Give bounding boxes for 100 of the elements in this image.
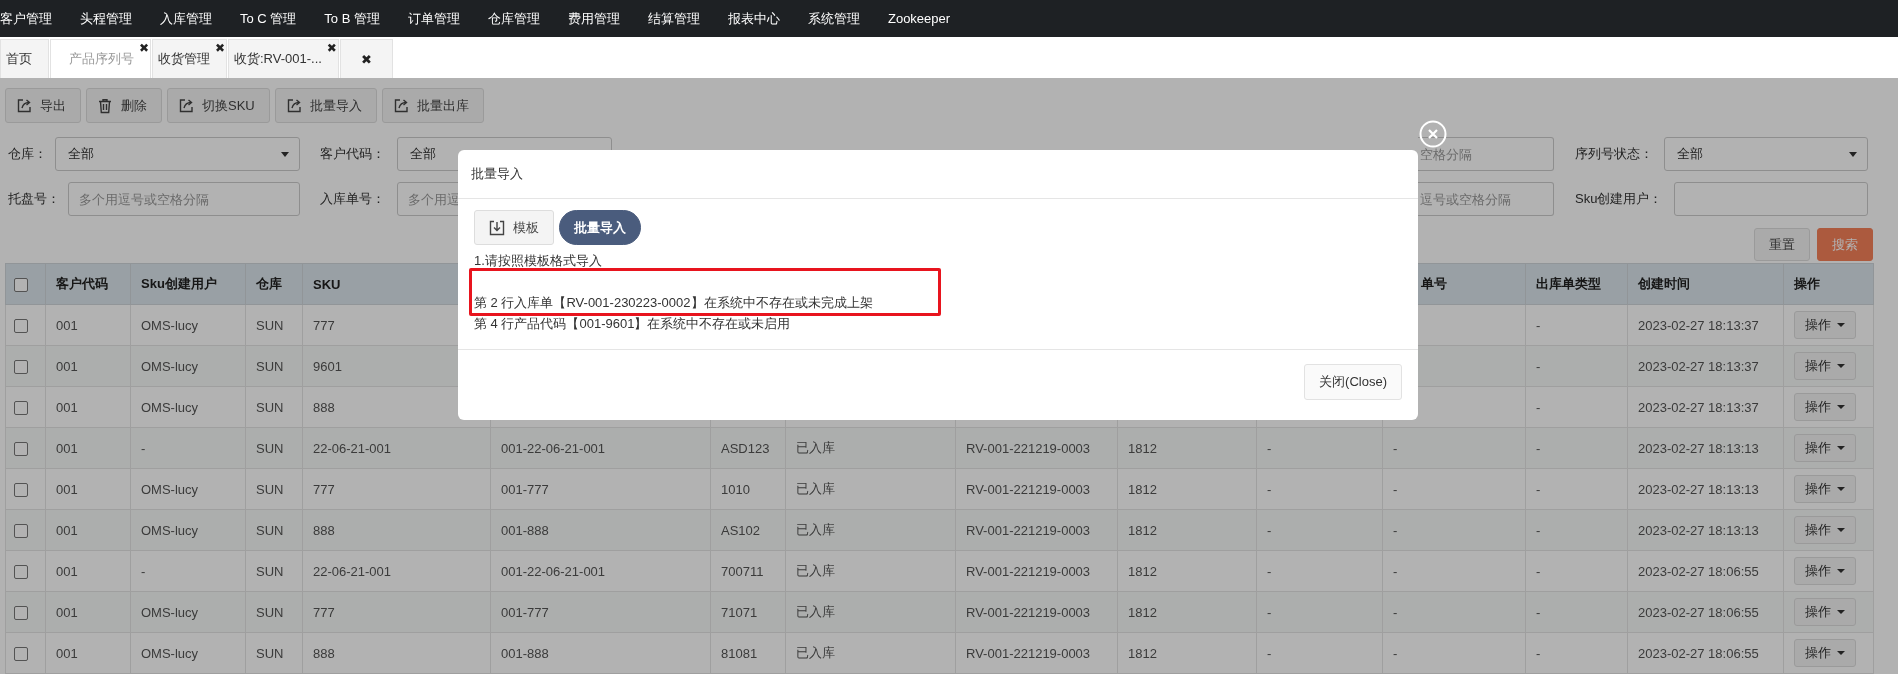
table-cell: RV-001-221219-0003 (966, 645, 1091, 661)
table-cell: OMS-lucy (141, 604, 199, 620)
table-cell: 001 (56, 563, 78, 579)
table-cell: 001-22-06-21-001 (501, 440, 606, 456)
table-cell: OMS-lucy (141, 522, 199, 538)
table-cell: 001-888 (501, 522, 549, 538)
table-cell: 22-06-21-001 (313, 563, 392, 579)
table-cell: - (1536, 522, 1541, 538)
table-cell: 001 (56, 481, 78, 497)
table-cell: - (1267, 645, 1272, 661)
table-cell: - (1536, 481, 1541, 497)
table-cell: 001 (56, 358, 78, 374)
column-header: SKU (313, 276, 341, 292)
table-cell: 已入库 (796, 481, 835, 496)
column-header: 出库单类型 (1536, 276, 1601, 291)
table-cell: RV-001-221219-0003 (966, 440, 1091, 456)
table-cell: 001-777 (501, 604, 549, 620)
table-cell: - (1393, 481, 1398, 497)
table-cell: OMS-lucy (141, 358, 199, 374)
table-cell: 22-06-21-001 (313, 440, 392, 456)
table-cell: - (1393, 563, 1398, 579)
column-header: 仓库 (256, 276, 282, 291)
table-cell: 已入库 (796, 522, 835, 537)
table-cell: SUN (256, 358, 284, 374)
field-label: 序列号状态： (1575, 145, 1654, 163)
error-message: 第 4 行产品代码【001-9601】在系统中不存在或未启用 (474, 316, 791, 331)
table-cell: SUN (256, 317, 284, 333)
table-cell: 已入库 (796, 440, 835, 455)
table-cell: 888 (313, 645, 335, 661)
table-cell: 9601 (313, 358, 342, 374)
table-cell: OMS-lucy (141, 317, 199, 333)
table-cell: - (141, 563, 146, 579)
table-cell: ASD123 (721, 440, 770, 456)
table-cell: 777 (313, 604, 335, 620)
table-cell: 001 (56, 399, 78, 415)
table-cell: - (1536, 358, 1541, 374)
table-cell: - (1536, 604, 1541, 620)
table-cell: 001 (56, 440, 78, 456)
table-cell: 2023-02-27 18:06:55 (1638, 645, 1759, 661)
table-cell: 888 (313, 522, 335, 538)
table-cell: 001 (56, 317, 78, 333)
column-header: 单号 (1421, 276, 1447, 291)
table-cell: SUN (256, 399, 284, 415)
table-cell: - (1267, 522, 1272, 538)
table-cell: 已入库 (796, 645, 835, 660)
table-cell: 71071 (721, 604, 758, 620)
table-cell: 001-22-06-21-001 (501, 563, 606, 579)
table-cell: RV-001-221219-0003 (966, 604, 1091, 620)
column-header: Sku创建用户 (141, 276, 217, 291)
table-cell: SUN (256, 522, 284, 538)
table-cell: - (1536, 645, 1541, 661)
table-cell: RV-001-221219-0003 (966, 563, 1091, 579)
table-cell: 1812 (1128, 604, 1157, 620)
table-cell: 2023-02-27 18:13:37 (1638, 399, 1759, 415)
table-cell: 1812 (1128, 440, 1157, 456)
table-cell: - (1393, 645, 1398, 661)
table-cell: SUN (256, 440, 284, 456)
table-cell: - (1267, 481, 1272, 497)
table-cell: 001-777 (501, 481, 549, 497)
table-cell: 2023-02-27 18:13:37 (1638, 317, 1759, 333)
table-cell: 2023-02-27 18:06:55 (1638, 604, 1759, 620)
table-cell: 2023-02-27 18:06:55 (1638, 563, 1759, 579)
table-cell: SUN (256, 563, 284, 579)
table-cell: - (1393, 604, 1398, 620)
table-cell: 1010 (721, 481, 750, 497)
table-cell: 777 (313, 481, 335, 497)
table-cell: 700711 (721, 563, 764, 579)
table-cell: 888 (313, 399, 335, 415)
table-cell: SUN (256, 604, 284, 620)
field-label: 入库单号： (320, 190, 386, 208)
table-cell: OMS-lucy (141, 399, 199, 415)
table-cell: 1812 (1128, 563, 1157, 579)
table-cell: SUN (256, 645, 284, 661)
table-cell: OMS-lucy (141, 481, 199, 497)
field-label: 托盘号： (8, 190, 61, 208)
table-cell: 777 (313, 317, 335, 333)
table-cell: RV-001-221219-0003 (966, 481, 1091, 497)
column-header: 客户代码 (56, 276, 108, 291)
table-cell: - (1536, 563, 1541, 579)
column-header: 操作 (1794, 276, 1820, 291)
table-cell: - (1267, 563, 1272, 579)
hint-text: 1.请按照模板格式导入 (474, 253, 602, 268)
table-cell: 001 (56, 522, 78, 538)
table-cell: 001 (56, 604, 78, 620)
table-cell: - (1393, 440, 1398, 456)
field-label: 仓库： (8, 145, 48, 163)
field-label: 客户代码： (320, 145, 386, 163)
table-cell: 2023-02-27 18:13:13 (1638, 522, 1759, 538)
column-header: 创建时间 (1638, 276, 1690, 291)
table-cell: RV-001-221219-0003 (966, 522, 1091, 538)
table-cell: 2023-02-27 18:13:37 (1638, 358, 1759, 374)
table-cell: 已入库 (796, 604, 835, 619)
table-cell: 已入库 (796, 563, 835, 578)
table-cell: 1812 (1128, 645, 1157, 661)
table-cell: 001 (56, 645, 78, 661)
table-cell: 001-888 (501, 645, 549, 661)
table-cell: - (1267, 604, 1272, 620)
table-cell: - (1267, 440, 1272, 456)
table-cell: AS102 (721, 522, 761, 538)
field-label: Sku创建用户： (1575, 190, 1664, 208)
